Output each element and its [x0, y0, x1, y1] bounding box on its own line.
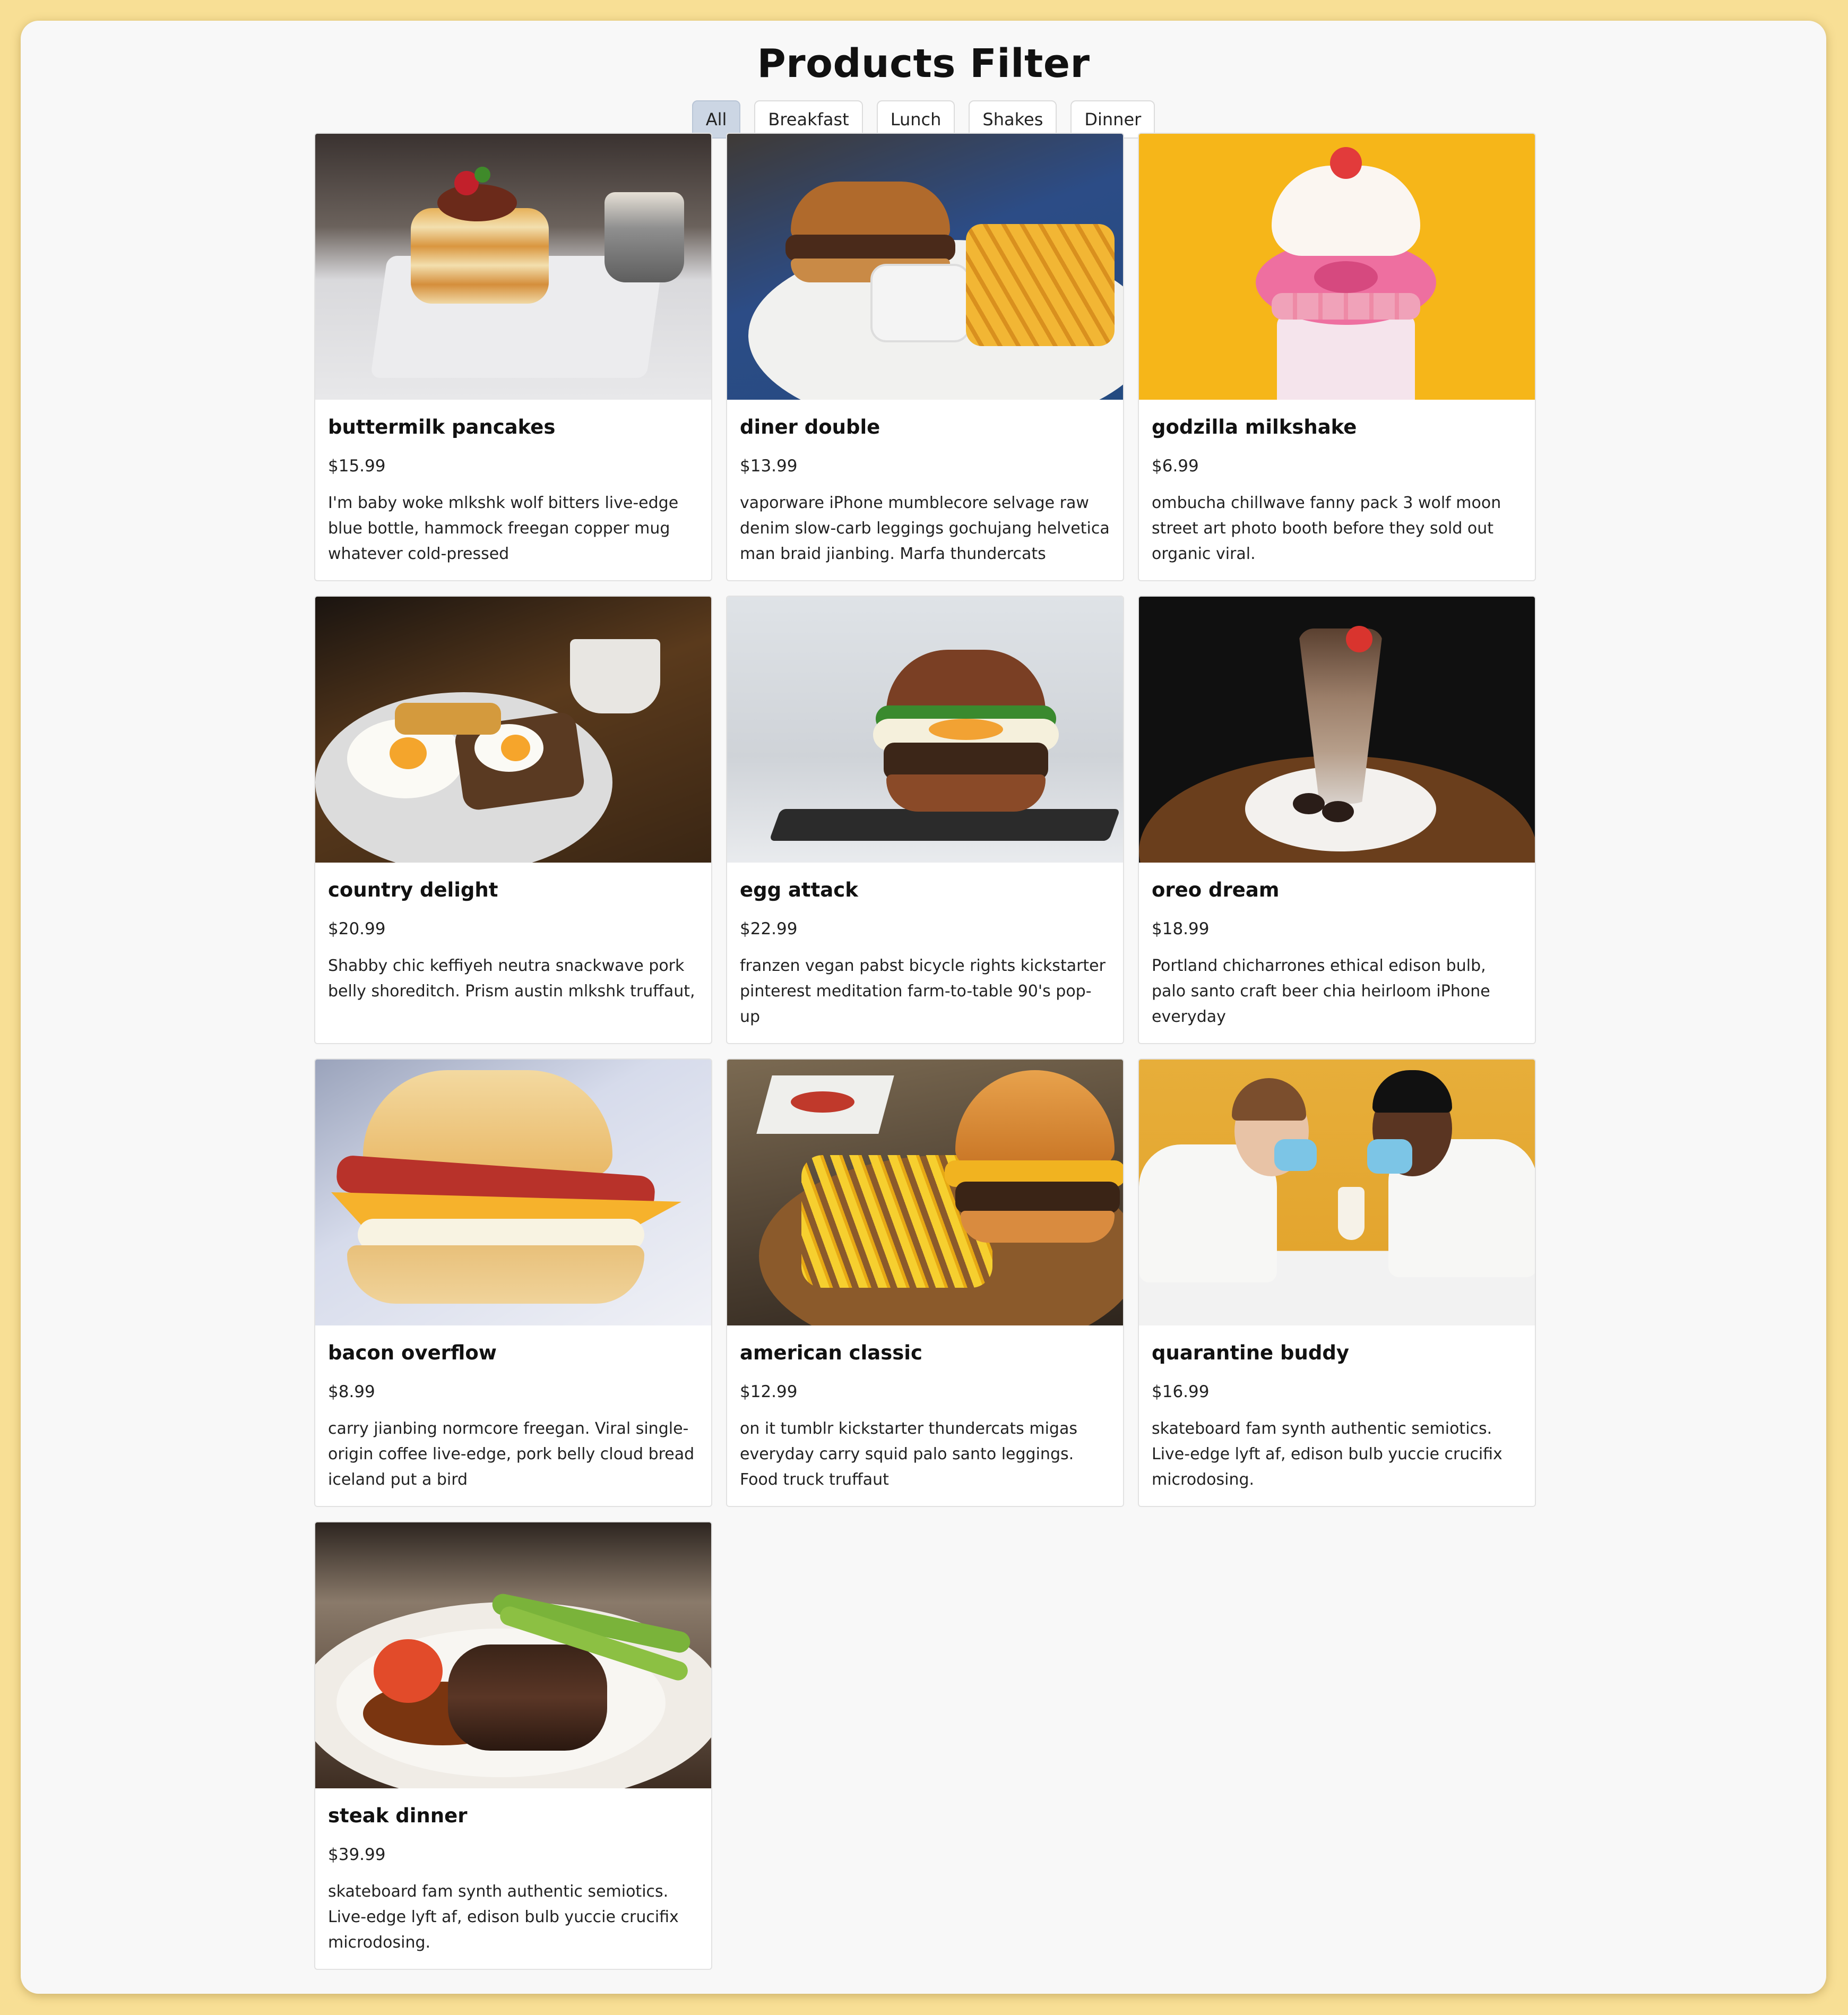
product-name: buttermilk pancakes [328, 416, 556, 438]
product-name: bacon overflow [328, 1341, 497, 1364]
product-name: quarantine buddy [1152, 1341, 1349, 1364]
product-name: egg attack [740, 879, 858, 901]
burger-fries-photo [727, 134, 1123, 400]
product-card: egg attack $22.99 franzen vegan pabst bi… [726, 596, 1124, 1044]
product-card: bacon overflow $8.99 carry jianbing norm… [314, 1058, 712, 1507]
product-price: $20.99 [328, 919, 386, 938]
cheeseburger-fries-photo [727, 1060, 1123, 1325]
donut-milkshake-photo [1139, 134, 1535, 400]
app-window: Products Filter All Breakfast Lunch Shak… [21, 21, 1826, 1994]
product-description: franzen vegan pabst bicycle rights kicks… [740, 957, 1106, 1026]
egg-burger-photo [727, 597, 1123, 863]
chocolate-shake-photo [1139, 597, 1535, 863]
product-card: buttermilk pancakes $15.99 I'm baby woke… [314, 133, 712, 581]
product-description: Portland chicharrones ethical edison bul… [1152, 957, 1490, 1026]
couple-milkshake-photo [1139, 1060, 1535, 1325]
product-grid: buttermilk pancakes $15.99 I'm baby woke… [314, 133, 1536, 1970]
product-name: american classic [740, 1341, 922, 1364]
product-price: $8.99 [328, 1382, 375, 1401]
product-card: american classic $12.99 on it tumblr kic… [726, 1058, 1124, 1507]
product-name: oreo dream [1152, 879, 1280, 901]
product-price: $22.99 [740, 919, 798, 938]
product-description: on it tumblr kickstarter thundercats mig… [740, 1419, 1077, 1489]
biscuit-sandwich-photo [315, 1060, 711, 1325]
product-description: skateboard fam synth authentic semiotics… [1152, 1419, 1502, 1489]
product-price: $12.99 [740, 1382, 798, 1401]
product-price: $13.99 [740, 457, 798, 476]
product-name: country delight [328, 879, 498, 901]
product-name: diner double [740, 416, 880, 438]
product-description: carry jianbing normcore freegan. Viral s… [328, 1419, 695, 1489]
product-price: $18.99 [1152, 919, 1210, 938]
product-name: godzilla milkshake [1152, 416, 1357, 438]
product-card: quarantine buddy $16.99 skateboard fam s… [1138, 1058, 1536, 1507]
product-card: diner double $13.99 vaporware iPhone mum… [726, 133, 1124, 581]
eggs-toast-photo [315, 597, 711, 863]
product-price: $16.99 [1152, 1382, 1210, 1401]
product-card: godzilla milkshake $6.99 ombucha chillwa… [1138, 133, 1536, 581]
product-card: steak dinner $39.99 skateboard fam synth… [314, 1521, 712, 1970]
page-title: Products Filter [757, 41, 1090, 87]
product-description: I'm baby woke mlkshk wolf bitters live-e… [328, 494, 679, 563]
product-card: country delight $20.99 Shabby chic keffi… [314, 596, 712, 1044]
pancakes-photo [315, 134, 711, 400]
product-card: oreo dream $18.99 Portland chicharrones … [1138, 596, 1536, 1044]
product-description: skateboard fam synth authentic semiotics… [328, 1882, 679, 1952]
product-description: Shabby chic keffiyeh neutra snackwave po… [328, 957, 695, 1001]
product-price: $39.99 [328, 1845, 386, 1864]
product-price: $6.99 [1152, 457, 1199, 476]
product-name: steak dinner [328, 1804, 468, 1827]
product-description: vaporware iPhone mumblecore selvage raw … [740, 494, 1110, 563]
product-description: ombucha chillwave fanny pack 3 wolf moon… [1152, 494, 1501, 563]
steak-plate-photo [315, 1522, 711, 1788]
product-price: $15.99 [328, 457, 386, 476]
